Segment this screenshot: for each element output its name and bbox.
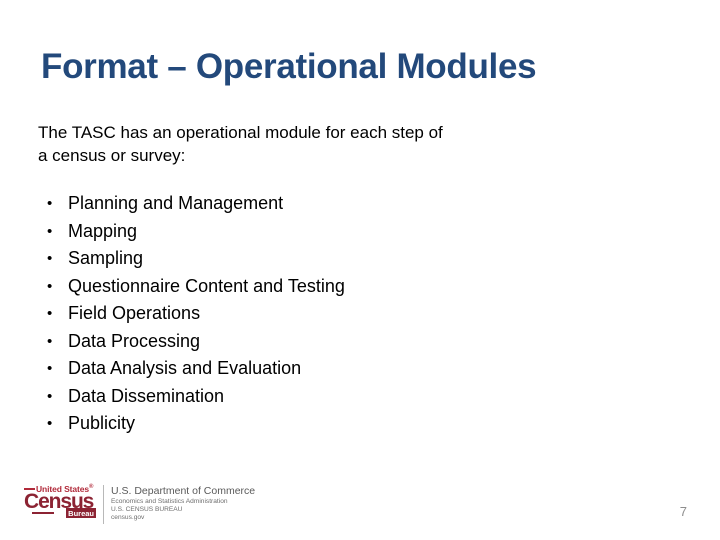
- bullet-icon: •: [47, 360, 53, 377]
- intro-line-2: a census or survey:: [38, 146, 186, 165]
- bullet-icon: •: [47, 332, 53, 350]
- list-item-label: Data Analysis and Evaluation: [68, 358, 302, 378]
- intro-line-1: The TASC has an operational module for e…: [38, 123, 443, 142]
- bullet-icon: •: [47, 305, 53, 322]
- logo-accent-dash-bottom: [32, 512, 54, 514]
- list-item: • Questionnaire Content and Testing: [44, 273, 345, 301]
- list-item: • Data Analysis and Evaluation: [44, 355, 345, 383]
- list-item-label: Field Operations: [68, 303, 201, 323]
- list-item: • Field Operations: [44, 300, 345, 328]
- list-item-label: Planning and Management: [68, 193, 284, 213]
- list-item: • Planning and Management: [44, 190, 345, 218]
- bullet-icon: •: [47, 222, 53, 240]
- list-item-label: Questionnaire Content and Testing: [68, 275, 345, 296]
- intro-paragraph: The TASC has an operational module for e…: [38, 121, 568, 167]
- logo-divider: [103, 485, 104, 524]
- list-item-label: Sampling: [68, 248, 144, 268]
- list-item: • Mapping: [44, 218, 345, 246]
- agency-administration: Economics and Statistics Administration: [111, 498, 228, 505]
- list-item-label: Data Dissemination: [68, 385, 225, 406]
- operational-modules-list: • Planning and Management • Mapping • Sa…: [44, 190, 345, 438]
- bullet-icon: •: [47, 277, 53, 295]
- agency-website: census.gov: [111, 514, 145, 522]
- list-item-label: Publicity: [68, 413, 136, 433]
- list-item: • Data Dissemination: [44, 383, 345, 411]
- list-item: • Sampling: [44, 245, 345, 273]
- page-number: 7: [679, 504, 687, 519]
- logo-bureau-label: Bureau: [66, 508, 96, 518]
- census-wordmark-icon: United States® Census Bureau: [24, 484, 96, 524]
- census-bureau-logo: United States® Census Bureau U.S. Depart…: [24, 484, 255, 526]
- list-item-label: Data Processing: [68, 330, 201, 351]
- agency-text-block: U.S. Department of Commerce Economics an…: [111, 484, 255, 523]
- list-item: • Data Processing: [44, 328, 345, 356]
- list-item-label: Mapping: [68, 220, 138, 241]
- list-item: • Publicity: [44, 410, 345, 438]
- agency-department: U.S. Department of Commerce: [111, 485, 256, 497]
- bullet-icon: •: [47, 195, 53, 212]
- bullet-icon: •: [47, 387, 53, 405]
- slide: Format – Operational Modules The TASC ha…: [0, 0, 720, 540]
- bullet-icon: •: [47, 250, 53, 267]
- agency-bureau: U.S. CENSUS BUREAU: [111, 506, 183, 514]
- bullet-icon: •: [47, 415, 53, 432]
- page-title: Format – Operational Modules: [41, 47, 537, 86]
